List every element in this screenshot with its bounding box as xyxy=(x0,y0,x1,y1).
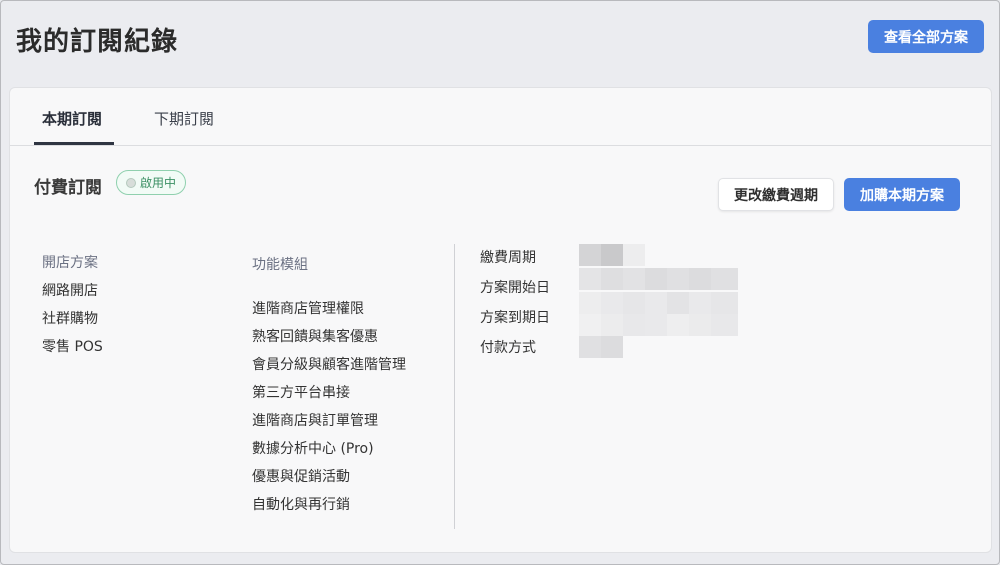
page-title: 我的訂閱紀錄 xyxy=(16,27,179,57)
module-item: 第三方平台串接 xyxy=(252,385,350,401)
module-item: 進階商店與訂單管理 xyxy=(252,413,378,429)
store-plan-item: 社群購物 xyxy=(42,311,98,327)
subscription-card: 本期訂閱 下期訂閱 付費訂閱 啟用中 更改繳費週期 加購本期方案 開店方案 網路… xyxy=(9,87,992,553)
plan-start-date-label: 方案開始日 xyxy=(480,280,550,296)
window-frame: 我的訂閱紀錄 查看全部方案 本期訂閱 下期訂閱 付費訂閱 啟用中 更改繳費週期 … xyxy=(0,0,1000,565)
status-label: 啟用中 xyxy=(140,176,177,190)
store-plan-item: 網路開店 xyxy=(42,283,98,299)
store-plan-item: 零售 POS xyxy=(42,339,103,355)
plan-end-date-value-redacted-2 xyxy=(579,314,738,336)
module-item: 數據分析中心 (Pro) xyxy=(252,441,374,457)
payment-method-label: 付款方式 xyxy=(480,340,536,356)
plan-end-date-label: 方案到期日 xyxy=(480,310,550,326)
change-billing-cycle-button[interactable]: 更改繳費週期 xyxy=(718,178,834,211)
add-plan-button[interactable]: 加購本期方案 xyxy=(844,178,960,211)
module-item: 進階商店管理權限 xyxy=(252,301,364,317)
status-dot-icon xyxy=(126,177,136,188)
active-tab-indicator xyxy=(34,142,114,145)
module-item: 會員分級與顧客進階管理 xyxy=(252,357,406,373)
status-badge: 啟用中 xyxy=(116,170,187,195)
plan-start-date-value-redacted xyxy=(579,268,738,290)
view-all-plans-button[interactable]: 查看全部方案 xyxy=(868,20,984,53)
column-divider xyxy=(454,244,455,529)
billing-cycle-value-redacted xyxy=(579,244,645,266)
tab-next-period[interactable]: 下期訂閱 xyxy=(154,108,214,129)
store-plan-heading: 開店方案 xyxy=(42,255,98,271)
section-title: 付費訂閱 xyxy=(34,178,102,198)
modules-heading: 功能模組 xyxy=(252,257,308,273)
tab-current-period[interactable]: 本期訂閱 xyxy=(42,108,102,129)
payment-method-value-redacted xyxy=(579,336,623,358)
billing-cycle-label: 繳費周期 xyxy=(480,250,536,266)
module-item: 自動化與再行銷 xyxy=(252,497,350,513)
tab-bar: 本期訂閱 下期訂閱 xyxy=(10,88,991,146)
plan-end-date-value-redacted xyxy=(579,292,738,314)
module-item: 熟客回饋與集客優惠 xyxy=(252,329,378,345)
module-item: 優惠與促銷活動 xyxy=(252,469,350,485)
